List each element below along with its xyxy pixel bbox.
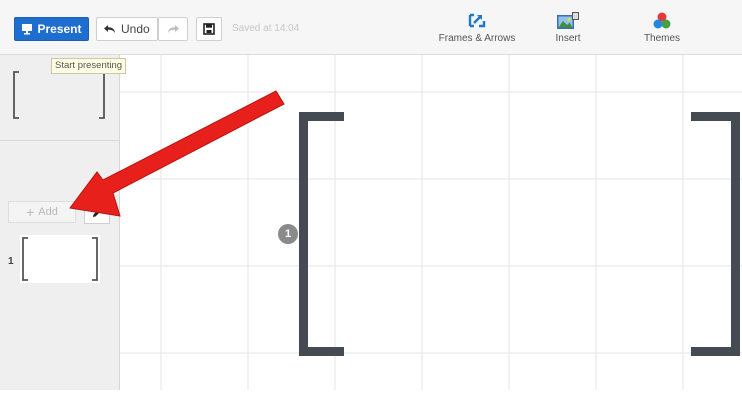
present-tooltip: Start presenting bbox=[51, 58, 127, 74]
slide-number: 1 bbox=[8, 256, 14, 267]
undo-label: Undo bbox=[121, 22, 150, 36]
redo-arrow-icon bbox=[168, 25, 179, 33]
canvas[interactable] bbox=[120, 55, 742, 390]
undo-arrow-icon bbox=[104, 25, 115, 33]
frame-number-badge[interactable]: 1 bbox=[278, 224, 298, 244]
frame-bracket[interactable] bbox=[299, 112, 740, 356]
present-label: Present bbox=[37, 22, 82, 36]
projector-icon bbox=[22, 24, 33, 35]
pencil-icon bbox=[92, 208, 101, 217]
themes-tool[interactable]: Themes bbox=[637, 12, 687, 44]
sidebar-divider bbox=[0, 140, 119, 141]
edit-path-button[interactable] bbox=[84, 200, 110, 224]
add-frame-button[interactable]: + Add bbox=[8, 201, 76, 223]
insert-label: Insert bbox=[555, 33, 581, 44]
insert-tool[interactable]: Insert bbox=[543, 12, 593, 44]
toolbar: Present Undo Saved at 14:04 Frames & Arr… bbox=[0, 0, 742, 55]
floppy-disk-icon bbox=[203, 23, 215, 35]
plus-icon: + bbox=[26, 204, 35, 220]
redo-button[interactable] bbox=[158, 17, 188, 41]
slide-sidebar: + Add 1 bbox=[0, 55, 120, 390]
saved-status: Saved at 14:04 bbox=[232, 23, 300, 34]
save-button[interactable] bbox=[196, 17, 222, 41]
slide-thumbnail[interactable] bbox=[20, 235, 100, 283]
frame-arrow-icon bbox=[468, 13, 486, 28]
image-insert-icon bbox=[557, 12, 579, 29]
themes-label: Themes bbox=[643, 33, 681, 44]
canvas-grid bbox=[120, 55, 742, 390]
frame-preview[interactable] bbox=[13, 70, 105, 120]
undo-button[interactable]: Undo bbox=[96, 17, 158, 41]
palette-icon bbox=[653, 12, 671, 29]
frames-arrows-tool[interactable]: Frames & Arrows bbox=[437, 12, 517, 44]
add-label: Add bbox=[38, 206, 58, 218]
present-button[interactable]: Present bbox=[14, 17, 89, 41]
frames-arrows-label: Frames & Arrows bbox=[438, 33, 516, 44]
